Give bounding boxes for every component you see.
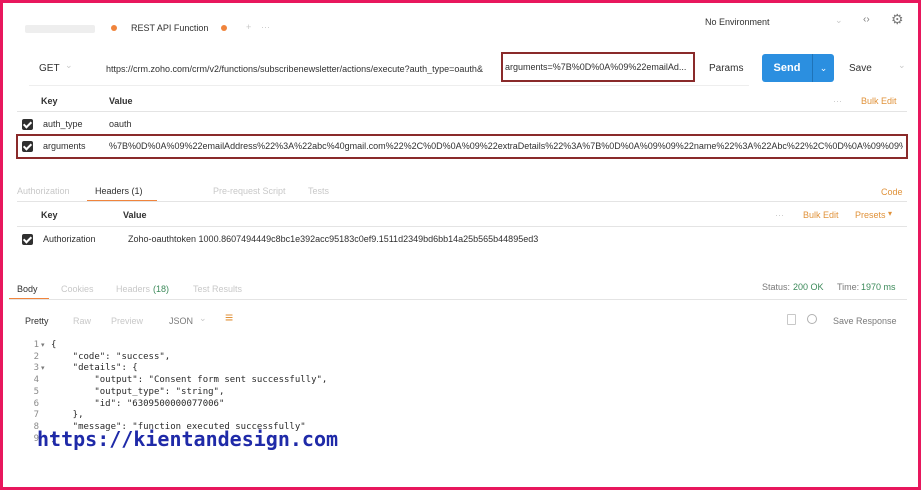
response-line: "output": "Consent form sent successfull… xyxy=(51,375,328,386)
body-raw-button[interactable]: Raw xyxy=(73,316,91,326)
send-button[interactable]: Send ⌄ xyxy=(762,54,834,82)
send-options-chevron-icon[interactable]: ⌄ xyxy=(813,54,834,82)
response-tab-cookies[interactable]: Cookies xyxy=(61,284,94,294)
wrap-lines-icon[interactable]: ≡ xyxy=(225,310,233,324)
save-response-button[interactable]: Save Response xyxy=(833,316,897,326)
code-link[interactable]: Code xyxy=(881,187,903,197)
tab-more-button[interactable]: ··· xyxy=(261,22,270,32)
param-key-arguments[interactable]: arguments xyxy=(43,141,86,151)
url-divider xyxy=(29,85,749,86)
line-number-4: 4 xyxy=(33,375,39,386)
format-chevron-down-icon[interactable]: ⌄ xyxy=(199,313,207,324)
headers-more-button[interactable]: ··· xyxy=(775,210,784,220)
param-value-arguments[interactable]: %7B%0D%0A%09%22emailAddress%22%3A%22abc%… xyxy=(109,141,903,151)
response-line: }, xyxy=(51,410,84,421)
headers-header-divider xyxy=(17,226,907,227)
param-checkbox-arguments[interactable] xyxy=(22,141,33,152)
tab-rest-api-function[interactable]: REST API Function xyxy=(131,23,208,33)
response-headers-count: (18) xyxy=(153,284,170,294)
add-tab-button[interactable]: + xyxy=(246,22,251,32)
body-preview-button[interactable]: Preview xyxy=(111,316,143,326)
params-value-header: Value xyxy=(109,96,133,106)
headers-key-header: Key xyxy=(41,210,58,220)
line-number-1: 1 xyxy=(33,340,39,350)
response-line: "output_type": "string", xyxy=(51,386,225,397)
response-tab-test-results[interactable]: Test Results xyxy=(193,284,242,294)
response-tab-headers[interactable]: Headers xyxy=(116,284,150,294)
url-arguments-highlight: arguments=%7B%0D%0A%09%22emailAd... xyxy=(505,62,687,72)
time-label: Time: xyxy=(837,282,860,292)
tab-authorization[interactable]: Authorization xyxy=(17,186,70,196)
line-number-5: 5 xyxy=(33,386,39,397)
line-number-3: 3 xyxy=(33,363,39,374)
postman-window: REST API Function + ··· No Environment ⌄… xyxy=(3,3,918,487)
eye-icon[interactable]: ‹› xyxy=(863,14,870,25)
params-bulk-edit-button[interactable]: Bulk Edit xyxy=(861,96,897,106)
line-number-2: 2 xyxy=(33,351,39,362)
response-line: "id": "6309500000077006" xyxy=(51,398,225,409)
body-pretty-button[interactable]: Pretty xyxy=(25,316,49,326)
tab-pre-request-script[interactable]: Pre-request Script xyxy=(213,186,286,196)
gear-icon[interactable]: ⚙ xyxy=(891,11,904,28)
time-value: 1970 ms xyxy=(861,282,896,292)
save-button[interactable]: Save xyxy=(849,63,872,74)
search-icon[interactable] xyxy=(807,314,817,324)
fold-toggle-icon[interactable]: ▾ xyxy=(41,341,45,349)
params-more-button[interactable]: ··· xyxy=(833,96,842,106)
tab-headers[interactable]: Headers (1) xyxy=(95,186,143,196)
param-key-auth-type[interactable]: auth_type xyxy=(43,119,83,129)
tab-modified-dot-2 xyxy=(221,25,227,31)
line-number-7: 7 xyxy=(33,410,39,421)
header-value-authorization[interactable]: Zoho-oauthtoken 1000.8607494449c8bc1e392… xyxy=(128,234,648,244)
tab-untitled-blurred[interactable] xyxy=(25,25,95,33)
fold-toggle-icon[interactable]: ▾ xyxy=(41,364,45,372)
send-label: Send xyxy=(773,62,801,74)
method-chevron-down-icon[interactable]: ⌄ xyxy=(65,60,73,71)
save-chevron-down-icon[interactable]: ⌄ xyxy=(898,60,906,71)
params-button[interactable]: Params xyxy=(709,63,743,74)
response-tab-body[interactable]: Body xyxy=(17,284,38,294)
response-line: "details": { xyxy=(51,363,138,374)
status-value: 200 OK xyxy=(793,282,824,292)
presets-chevron-down-icon[interactable]: ▾ xyxy=(888,209,892,218)
header-checkbox-authorization[interactable] xyxy=(22,234,33,245)
param-checkbox-auth-type[interactable] xyxy=(22,119,33,130)
response-line: "code": "success", xyxy=(51,351,171,362)
request-tabs-divider xyxy=(17,201,907,202)
tab-modified-dot xyxy=(111,25,117,31)
status-label: Status: xyxy=(762,282,791,292)
presets-button[interactable]: Presets xyxy=(855,210,886,220)
environment-select[interactable]: No Environment xyxy=(705,17,770,27)
method-select[interactable]: GET xyxy=(39,63,60,74)
params-key-header: Key xyxy=(41,96,58,106)
params-header-divider xyxy=(17,111,907,112)
line-number-6: 6 xyxy=(33,398,39,409)
chevron-down-icon[interactable]: ⌄ xyxy=(835,15,843,26)
watermark: https://kientandesign.com xyxy=(37,427,339,451)
param-value-auth-type[interactable]: oauth xyxy=(109,119,132,129)
copy-icon[interactable] xyxy=(787,314,796,325)
tab-tests[interactable]: Tests xyxy=(308,186,329,196)
headers-bulk-edit-button[interactable]: Bulk Edit xyxy=(803,210,839,220)
body-format-select[interactable]: JSON xyxy=(169,316,193,326)
header-key-authorization[interactable]: Authorization xyxy=(43,234,96,244)
url-input[interactable]: https://crm.zoho.com/crm/v2/functions/su… xyxy=(106,64,502,74)
headers-value-header: Value xyxy=(123,210,147,220)
response-line: { xyxy=(51,340,57,350)
response-tabs-divider xyxy=(9,299,907,300)
